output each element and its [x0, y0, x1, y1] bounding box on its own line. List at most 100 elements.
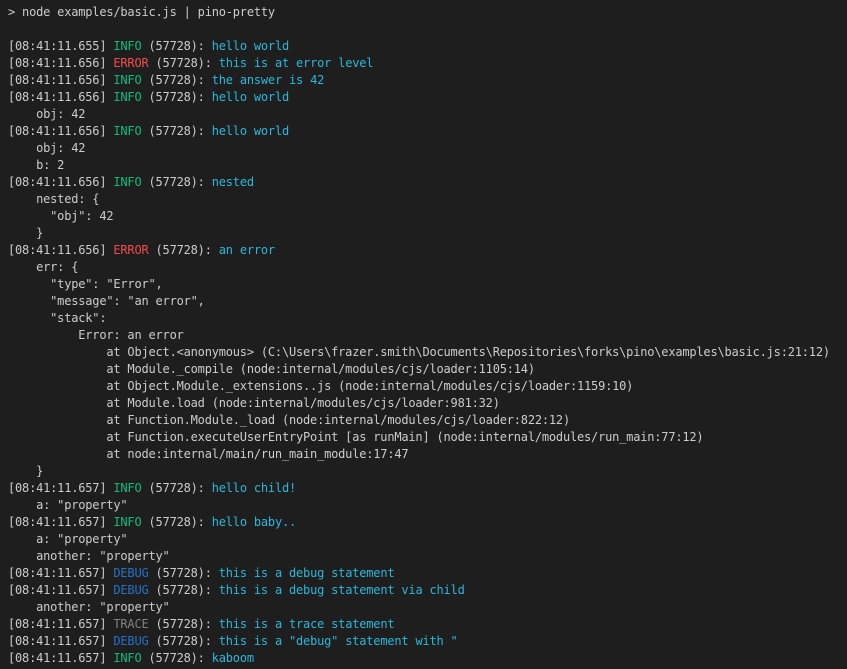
- detail-line: b: 2: [8, 157, 847, 174]
- text-segment: a: "property": [8, 532, 127, 546]
- text-segment: another: "property": [8, 549, 170, 563]
- text-segment: TRACE: [113, 617, 148, 631]
- text-segment: (57728):: [149, 566, 219, 580]
- text-segment: [08:41:11.656]: [8, 124, 113, 138]
- text-segment: INFO: [113, 651, 141, 665]
- log-line: [08:41:11.657] DEBUG (57728): this is a …: [8, 582, 847, 599]
- text-segment: [08:41:11.657]: [8, 617, 113, 631]
- log-line: [08:41:11.657] DEBUG (57728): this is a …: [8, 565, 847, 582]
- log-line: [08:41:11.657] INFO (57728): kaboom: [8, 650, 847, 667]
- text-segment: this is a trace statement: [219, 617, 395, 631]
- stack-line: at Module._compile (node:internal/module…: [8, 361, 847, 378]
- text-segment: at Object.Module._extensions..js (node:i…: [8, 379, 633, 393]
- text-segment: this is a debug statement: [219, 566, 395, 580]
- text-segment: (57728):: [141, 39, 211, 53]
- text-segment: this is a "debug" statement with ": [219, 634, 458, 648]
- text-segment: the answer is 42: [212, 73, 324, 87]
- text-segment: INFO: [113, 90, 141, 104]
- text-segment: > node examples/basic.js | pino-pretty: [8, 5, 275, 19]
- log-line: [08:41:11.656] ERROR (57728): an error: [8, 242, 847, 259]
- text-segment: [08:41:11.656]: [8, 73, 113, 87]
- log-line: [08:41:11.655] INFO (57728): hello world: [8, 38, 847, 55]
- text-segment: [08:41:11.656]: [8, 56, 113, 70]
- terminal-output[interactable]: > node examples/basic.js | pino-pretty [0…: [0, 0, 847, 669]
- text-segment: an error: [219, 243, 275, 257]
- text-segment: kaboom: [212, 651, 254, 665]
- stack-line: Error: an error: [8, 327, 847, 344]
- text-segment: (57728):: [149, 617, 219, 631]
- text-segment: ERROR: [113, 56, 148, 70]
- log-line: [08:41:11.656] ERROR (57728): this is at…: [8, 55, 847, 72]
- text-segment: INFO: [113, 39, 141, 53]
- detail-line: another: "property": [8, 548, 847, 565]
- log-line: [08:41:11.656] INFO (57728): nested: [8, 174, 847, 191]
- log-line: [08:41:11.656] INFO (57728): hello world: [8, 89, 847, 106]
- stack-line: at node:internal/main/run_main_module:17…: [8, 446, 847, 463]
- stack-line: at Function.Module._load (node:internal/…: [8, 412, 847, 429]
- text-segment: (57728):: [141, 90, 211, 104]
- text-segment: "obj": 42: [8, 209, 113, 223]
- text-segment: hello world: [212, 90, 289, 104]
- text-segment: "message": "an error",: [8, 294, 205, 308]
- detail-line: }: [8, 225, 847, 242]
- text-segment: b: 2: [8, 158, 64, 172]
- text-segment: INFO: [113, 73, 141, 87]
- log-line: [08:41:11.657] INFO (57728): hello baby.…: [8, 514, 847, 531]
- text-segment: [08:41:11.657]: [8, 566, 113, 580]
- text-segment: [08:41:11.657]: [8, 634, 113, 648]
- log-line: [08:41:11.657] INFO (57728): hello child…: [8, 480, 847, 497]
- text-segment: "stack":: [8, 311, 106, 325]
- text-segment: (57728):: [141, 124, 211, 138]
- text-segment: at node:internal/main/run_main_module:17…: [8, 447, 408, 461]
- text-segment: this is a debug statement via child: [219, 583, 465, 597]
- text-segment: [08:41:11.657]: [8, 515, 113, 529]
- stack-line: at Function.executeUserEntryPoint [as ru…: [8, 429, 847, 446]
- text-segment: INFO: [113, 175, 141, 189]
- text-segment: [08:41:11.656]: [8, 243, 113, 257]
- text-segment: at Function.Module._load (node:internal/…: [8, 413, 570, 427]
- text-segment: [08:41:11.655]: [8, 39, 113, 53]
- detail-line: "obj": 42: [8, 208, 847, 225]
- text-segment: obj: 42: [8, 107, 85, 121]
- text-segment: at Module.load (node:internal/modules/cj…: [8, 396, 500, 410]
- command-line: > node examples/basic.js | pino-pretty: [8, 4, 847, 21]
- text-segment: (57728):: [149, 583, 219, 597]
- text-segment: [08:41:11.657]: [8, 481, 113, 495]
- text-segment: ERROR: [113, 243, 148, 257]
- text-segment: }: [8, 226, 43, 240]
- text-segment: a: "property": [8, 498, 127, 512]
- detail-line: nested: {: [8, 191, 847, 208]
- text-segment: [08:41:11.656]: [8, 90, 113, 104]
- text-segment: INFO: [113, 481, 141, 495]
- text-segment: "type": "Error",: [8, 277, 163, 291]
- detail-line: a: "property": [8, 497, 847, 514]
- text-segment: [08:41:11.657]: [8, 651, 113, 665]
- log-line: [08:41:11.656] INFO (57728): hello world: [8, 123, 847, 140]
- detail-line: }: [8, 463, 847, 480]
- text-segment: Error: an error: [8, 328, 184, 342]
- text-segment: this is at error level: [219, 56, 374, 70]
- log-line: [08:41:11.657] TRACE (57728): this is a …: [8, 616, 847, 633]
- detail-line: obj: 42: [8, 106, 847, 123]
- text-segment: [08:41:11.656]: [8, 175, 113, 189]
- stack-line: at Object.Module._extensions..js (node:i…: [8, 378, 847, 395]
- detail-line: "stack":: [8, 310, 847, 327]
- text-segment: nested: [212, 175, 254, 189]
- blank-line: [8, 21, 847, 38]
- detail-line: "type": "Error",: [8, 276, 847, 293]
- text-segment: obj: 42: [8, 141, 85, 155]
- text-segment: INFO: [113, 515, 141, 529]
- text-segment: INFO: [113, 124, 141, 138]
- log-line: [08:41:11.657] DEBUG (57728): this is a …: [8, 633, 847, 650]
- detail-line: "message": "an error",: [8, 293, 847, 310]
- text-segment: hello world: [212, 39, 289, 53]
- text-segment: (57728):: [141, 481, 211, 495]
- text-segment: at Function.executeUserEntryPoint [as ru…: [8, 430, 703, 444]
- text-segment: hello world: [212, 124, 289, 138]
- text-segment: DEBUG: [113, 566, 148, 580]
- detail-line: another: "property": [8, 599, 847, 616]
- text-segment: at Module._compile (node:internal/module…: [8, 362, 535, 376]
- detail-line: obj: 42: [8, 140, 847, 157]
- text-segment: (57728):: [149, 243, 219, 257]
- detail-line: a: "property": [8, 531, 847, 548]
